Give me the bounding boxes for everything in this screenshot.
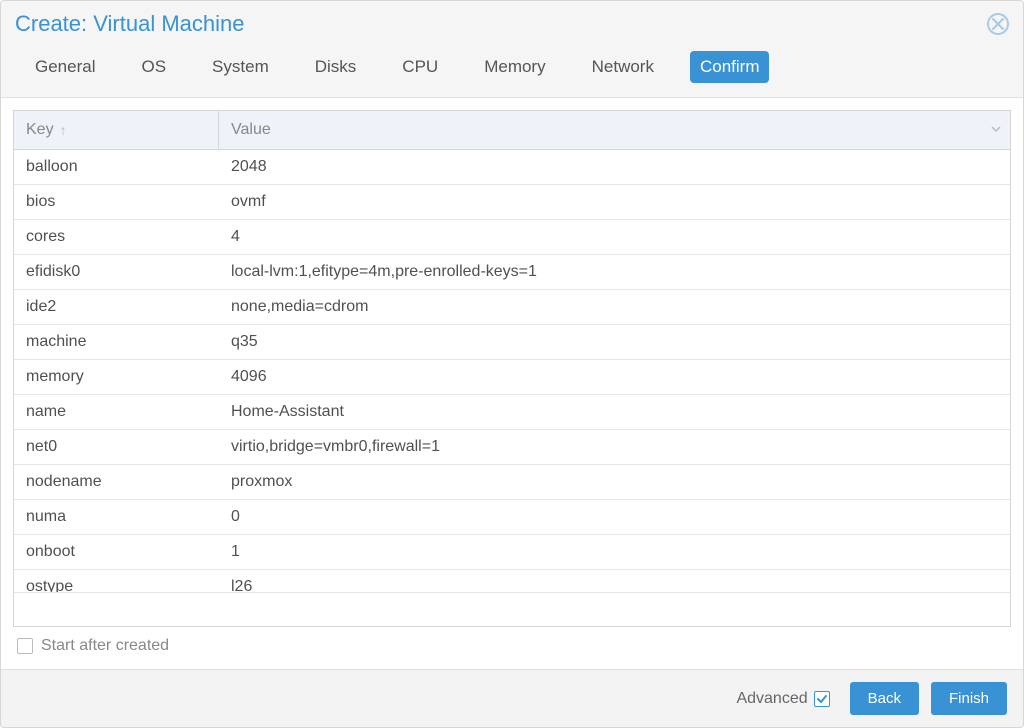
table-row[interactable]: balloon2048	[14, 150, 1010, 185]
dialog-footer: Advanced Back Finish	[1, 669, 1023, 727]
table-row[interactable]: memory4096	[14, 360, 1010, 395]
tab-disks[interactable]: Disks	[305, 51, 367, 83]
advanced-toggle[interactable]: Advanced	[736, 690, 829, 708]
tab-cpu[interactable]: CPU	[392, 51, 448, 83]
start-after-created-label: Start after created	[41, 637, 169, 655]
table-row[interactable]: machineq35	[14, 325, 1010, 360]
tab-memory[interactable]: Memory	[474, 51, 555, 83]
cell-value: 2048	[219, 150, 1010, 184]
check-icon	[816, 693, 828, 705]
cell-value: 0	[219, 500, 1010, 534]
cell-key: net0	[14, 430, 219, 464]
cell-key: balloon	[14, 150, 219, 184]
table-row[interactable]: ostypel26	[14, 570, 1010, 593]
column-header-key[interactable]: Key ↑	[14, 111, 219, 149]
table-row[interactable]: nodenameproxmox	[14, 465, 1010, 500]
cell-key: cores	[14, 220, 219, 254]
table-row[interactable]: cores4	[14, 220, 1010, 255]
wizard-tabs: General OS System Disks CPU Memory Network Conf…	[1, 41, 1023, 98]
cell-value: l26	[219, 570, 1010, 592]
sort-asc-icon: ↑	[60, 122, 67, 138]
table-row[interactable]: net0virtio,bridge=vmbr0,firewall=1	[14, 430, 1010, 465]
cell-key: bios	[14, 185, 219, 219]
cell-value: ovmf	[219, 185, 1010, 219]
cell-key: numa	[14, 500, 219, 534]
cell-value: 4	[219, 220, 1010, 254]
dialog-header: Create: Virtual Machine	[1, 1, 1023, 41]
cell-value: local-lvm:1,efitype=4m,pre-enrolled-keys…	[219, 255, 1010, 289]
cell-key: ostype	[14, 570, 219, 592]
dialog-title: Create: Virtual Machine	[15, 11, 245, 37]
cell-value: 1	[219, 535, 1010, 569]
column-header-value-label: Value	[231, 121, 271, 139]
cell-value: q35	[219, 325, 1010, 359]
column-menu-button[interactable]	[982, 111, 1010, 149]
create-vm-dialog: Create: Virtual Machine General OS System D…	[0, 0, 1024, 728]
back-button[interactable]: Back	[850, 682, 919, 715]
advanced-checkbox[interactable]	[814, 691, 830, 707]
close-button[interactable]	[987, 13, 1009, 35]
cell-key: ide2	[14, 290, 219, 324]
table-row[interactable]: onboot1	[14, 535, 1010, 570]
tab-network[interactable]: Network	[582, 51, 664, 83]
advanced-label: Advanced	[736, 690, 807, 708]
config-summary-grid: Key ↑ Value balloon2048biosovmfcores4efi…	[13, 110, 1011, 627]
cell-key: name	[14, 395, 219, 429]
cell-value: 4096	[219, 360, 1010, 394]
close-icon	[992, 18, 1004, 30]
dialog-body: Key ↑ Value balloon2048biosovmfcores4efi…	[1, 98, 1023, 669]
tab-confirm[interactable]: Confirm	[690, 51, 770, 83]
finish-button[interactable]: Finish	[931, 682, 1007, 715]
cell-value: proxmox	[219, 465, 1010, 499]
cell-key: onboot	[14, 535, 219, 569]
cell-value: none,media=cdrom	[219, 290, 1010, 324]
grid-body: balloon2048biosovmfcores4efidisk0local-l…	[14, 150, 1010, 626]
cell-key: memory	[14, 360, 219, 394]
cell-value: Home-Assistant	[219, 395, 1010, 429]
cell-value: virtio,bridge=vmbr0,firewall=1	[219, 430, 1010, 464]
grid-header-row: Key ↑ Value	[14, 111, 1010, 150]
table-row[interactable]: nameHome-Assistant	[14, 395, 1010, 430]
table-row[interactable]: ide2none,media=cdrom	[14, 290, 1010, 325]
tab-system[interactable]: System	[202, 51, 279, 83]
column-header-key-label: Key	[26, 121, 54, 139]
start-after-created-row: Start after created	[13, 627, 1011, 657]
table-row[interactable]: numa0	[14, 500, 1010, 535]
tab-os[interactable]: OS	[131, 51, 176, 83]
cell-key: machine	[14, 325, 219, 359]
start-after-created-checkbox[interactable]	[17, 638, 33, 654]
tab-general[interactable]: General	[25, 51, 105, 83]
table-row[interactable]: efidisk0local-lvm:1,efitype=4m,pre-enrol…	[14, 255, 1010, 290]
column-header-value[interactable]: Value	[219, 111, 982, 149]
chevron-down-icon	[991, 121, 1001, 139]
cell-key: nodename	[14, 465, 219, 499]
table-row[interactable]: biosovmf	[14, 185, 1010, 220]
cell-key: efidisk0	[14, 255, 219, 289]
